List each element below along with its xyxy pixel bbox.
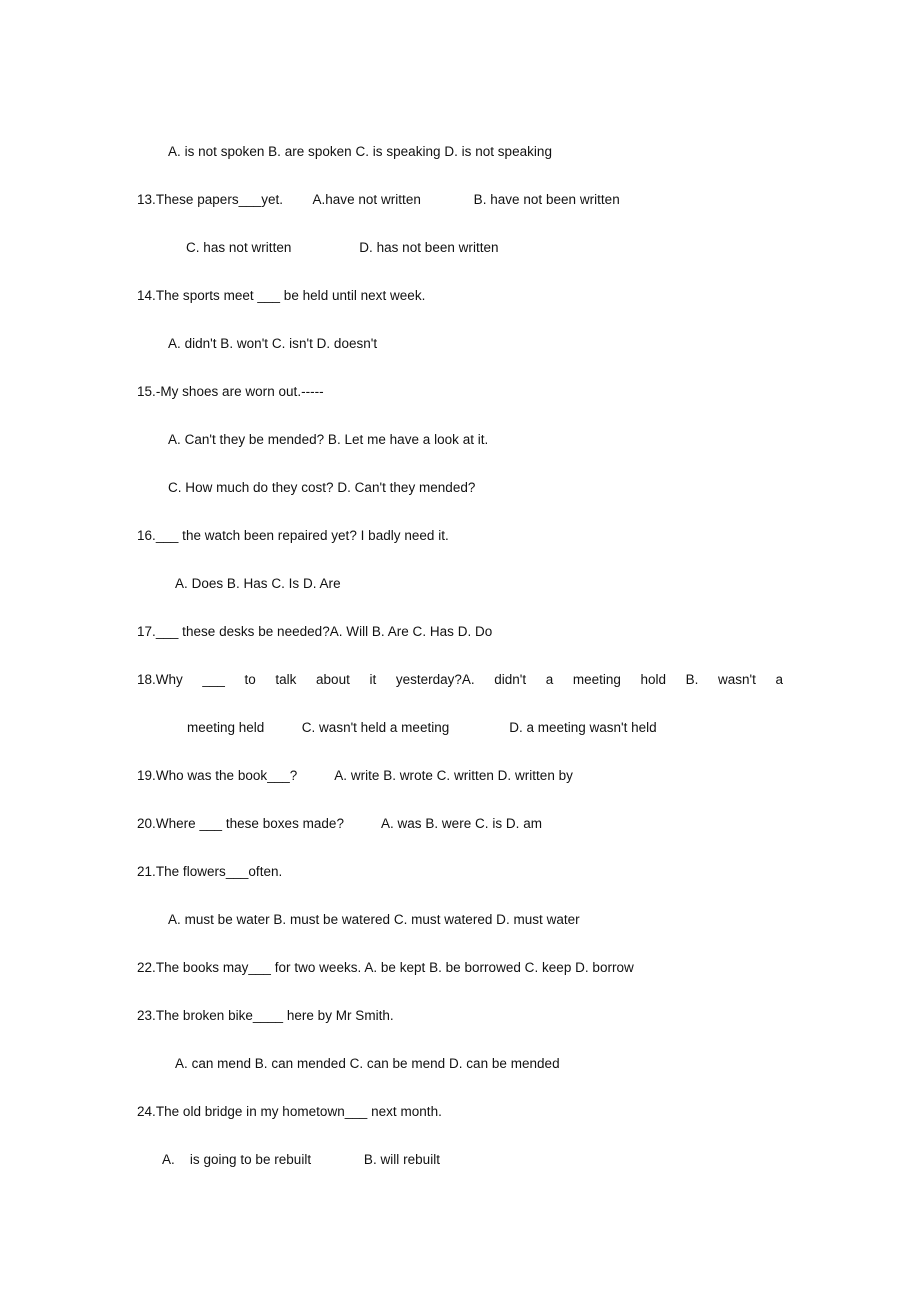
question-16: 16.___ the watch been repaired yet? I ba… <box>137 528 449 543</box>
question-15: 15.-My shoes are worn out.----- <box>137 384 324 399</box>
answer-options-line: A. is not spoken B. are spoken C. is spe… <box>168 144 552 159</box>
question-21: 21.The flowers___often. <box>137 864 283 879</box>
question-15-options-cd: C. How much do they cost? D. Can't they … <box>168 480 476 495</box>
question-14-options: A. didn't B. won't C. isn't D. doesn't <box>168 336 378 351</box>
question-16-options: A. Does B. Has C. Is D. Are <box>175 576 341 591</box>
question-22: 22.The books may___ for two weeks. A. be… <box>137 960 634 975</box>
question-17: 17.___ these desks be needed?A. Will B. … <box>137 624 493 639</box>
question-24: 24.The old bridge in my hometown___ next… <box>137 1104 442 1119</box>
question-13: 13.These papers___yet. A.have not writte… <box>137 192 620 207</box>
question-23-options: A. can mend B. can mended C. can be mend… <box>175 1056 560 1071</box>
question-18: 18.Why ___ to talk about it yesterday?A.… <box>137 672 783 687</box>
question-20: 20.Where ___ these boxes made? A. was B.… <box>137 816 543 831</box>
question-15-options-ab: A. Can't they be mended? B. Let me have … <box>168 432 489 447</box>
question-23: 23.The broken bike____ here by Mr Smith. <box>137 1008 394 1023</box>
question-24-options: A. is going to be rebuilt B. will rebuil… <box>162 1152 441 1167</box>
worksheet-text-block: A. is not spoken B. are spoken C. is spe… <box>137 128 783 1184</box>
question-14: 14.The sports meet ___ be held until nex… <box>137 288 426 303</box>
question-18-options-cont: meeting held C. wasn't held a meeting D.… <box>187 720 657 735</box>
question-19: 19.Who was the book___? A. write B. wrot… <box>137 768 573 783</box>
worksheet-page: A. is not spoken B. are spoken C. is spe… <box>0 0 920 1303</box>
question-21-options: A. must be water B. must be watered C. m… <box>168 912 580 927</box>
question-13-options-cd: C. has not written D. has not been writt… <box>186 240 499 255</box>
